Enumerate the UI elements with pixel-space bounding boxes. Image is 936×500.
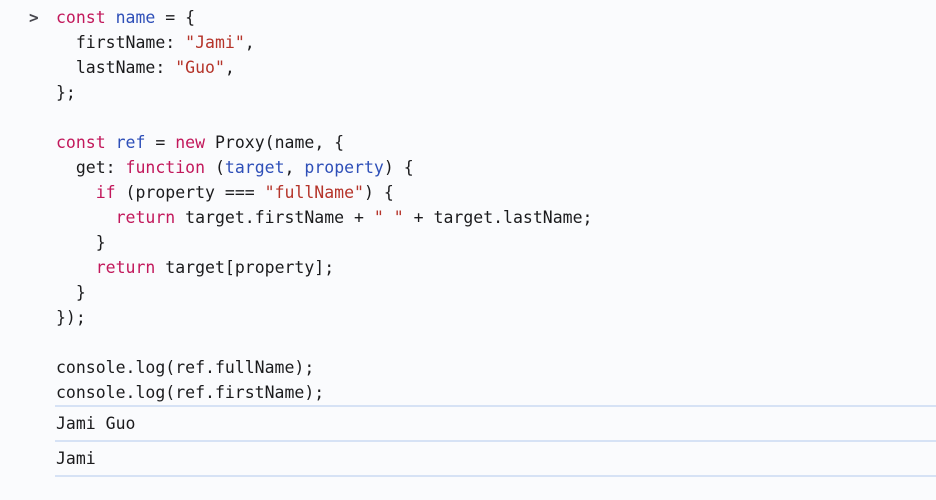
code-token: = { <box>155 8 196 27</box>
code-line: } <box>56 230 936 255</box>
console-output-row: Jami Guo <box>56 414 136 433</box>
code-line: firstName: "Jami", <box>56 30 936 55</box>
code-token: lastName: <box>75 58 176 77</box>
code-line: const ref = new Proxy(name, { <box>56 130 936 155</box>
code-token: + target.lastName; <box>403 208 593 227</box>
code-token: ) { <box>363 183 394 202</box>
code-token: ( <box>205 158 225 177</box>
console-output-row: Jami <box>56 449 96 468</box>
code-token: console.log(ref.firstName); <box>56 383 325 402</box>
code-token: (property === <box>115 183 265 202</box>
code-line: }); <box>56 305 936 330</box>
code-line: console.log(ref.fullName); <box>56 355 936 380</box>
javascript-console: > const name = { firstName: "Jami", last… <box>0 0 936 500</box>
code-token: target[property]; <box>155 258 335 277</box>
code-token: target.firstName + <box>175 208 374 227</box>
code-token: name <box>115 8 156 27</box>
code-token: } <box>95 233 106 252</box>
code-line: get: function (target, property) { <box>56 155 936 180</box>
code-token: , <box>284 158 305 177</box>
code-token: function <box>125 158 206 177</box>
code-line: if (property === "fullName") { <box>56 180 936 205</box>
code-token: console.log(ref.fullName); <box>56 358 315 377</box>
code-token: , <box>244 33 255 52</box>
code-line: } <box>56 280 936 305</box>
code-token: " " <box>373 208 404 227</box>
code-token: return <box>115 208 176 227</box>
prompt-chevron-icon: > <box>29 8 39 27</box>
code-line: console.log(ref.firstName); <box>56 380 936 405</box>
code-line: const name = { <box>56 5 936 30</box>
code-input[interactable]: const name = { firstName: "Jami", lastNa… <box>0 5 936 405</box>
output-divider <box>55 475 936 477</box>
code-token: ) { <box>383 158 414 177</box>
code-token: = <box>145 133 176 152</box>
code-token: }; <box>56 83 76 102</box>
console-output-list: Jami Guo Jami <box>0 405 936 477</box>
code-token: new <box>175 133 206 152</box>
code-token: ref <box>115 133 146 152</box>
code-token: }); <box>56 308 86 327</box>
code-token: "Guo" <box>175 58 225 77</box>
console-input-block[interactable]: > const name = { firstName: "Jami", last… <box>0 0 936 405</box>
code-token: get: <box>75 158 126 177</box>
code-token: Proxy(name, { <box>205 133 345 152</box>
code-line: lastName: "Guo", <box>56 55 936 80</box>
code-line: }; <box>56 80 936 105</box>
code-line: return target.firstName + " " + target.l… <box>56 205 936 230</box>
code-token: } <box>75 283 86 302</box>
code-token: , <box>224 58 235 77</box>
code-token: const <box>56 8 106 27</box>
code-token: if <box>95 183 116 202</box>
code-token: firstName: <box>75 33 186 52</box>
code-token: "fullName" <box>264 183 364 202</box>
code-token: const <box>56 133 106 152</box>
code-token: "Jami" <box>185 33 245 52</box>
code-line: return target[property]; <box>56 255 936 280</box>
code-token: target <box>224 158 285 177</box>
code-token: property <box>304 158 384 177</box>
code-token: return <box>95 258 156 277</box>
